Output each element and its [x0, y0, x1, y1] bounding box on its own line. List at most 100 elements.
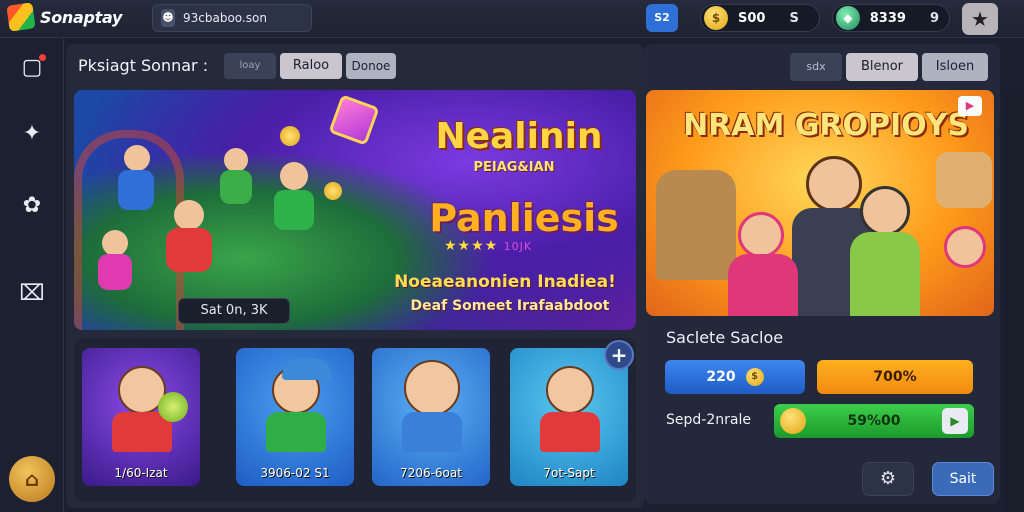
character-face	[860, 186, 910, 236]
character-body	[266, 412, 326, 452]
game-card[interactable]: 1/60-Izat	[82, 348, 200, 486]
gem-card-icon	[328, 94, 380, 146]
banner-status-pill[interactable]: Sat 0n, 3K	[178, 298, 290, 324]
coin-icon: $	[745, 368, 764, 386]
character-head	[124, 145, 150, 171]
user-icon: ☻	[161, 9, 175, 27]
settings-button[interactable]: ⚙	[862, 462, 914, 496]
character-face	[806, 156, 862, 212]
right-tab-2[interactable]: Blenor	[846, 53, 918, 81]
character-face	[944, 226, 986, 268]
claim-button[interactable]: 59%00 ▶	[774, 404, 974, 438]
claim-value: 59%00	[847, 413, 901, 429]
sidebar-item-close[interactable]: ⌧	[16, 278, 48, 310]
search-box: ☻	[152, 4, 312, 32]
card-label: 1/60-Izat	[114, 466, 168, 480]
speed-label: Sepd-2nrale	[666, 412, 751, 428]
promo-title: NRAM GROPIOYS	[683, 108, 969, 143]
banner-tagline: Deaf Someet Irafaabdoot	[410, 298, 610, 314]
bonus-button[interactable]: 700%	[817, 360, 973, 394]
right-tab-1[interactable]: sdx	[790, 53, 842, 81]
notification-dot	[39, 54, 46, 61]
app-logo[interactable]: Sonaptay	[6, 2, 123, 32]
app-name: Sonaptay	[40, 7, 123, 27]
coin-extra: S	[789, 10, 799, 26]
featured-banner[interactable]: Nealinin PEIAG&IAN Panliesis ★★★★ 10JK N…	[74, 90, 636, 330]
coin-icon	[280, 126, 300, 146]
sidebar-item-chat[interactable]: ✿	[16, 190, 48, 222]
gem-extra: 9	[929, 10, 939, 26]
game-card[interactable]: 7ot-Sapt	[510, 348, 628, 486]
tab-3[interactable]: Donoe	[346, 53, 396, 79]
character-face	[404, 360, 460, 416]
card-label: 3906-02 S1	[260, 466, 330, 480]
sidebar: ▢ ✦ ✿ ⌧ ⌂	[0, 38, 64, 512]
character-body	[274, 190, 314, 230]
dog-statue	[656, 170, 736, 280]
sidebar-item-inbox[interactable]: ▢	[16, 52, 48, 84]
character-body	[118, 170, 154, 210]
logo-icon	[6, 2, 36, 32]
game-card[interactable]: 3906-02 S1	[236, 348, 354, 486]
add-card-button[interactable]: +	[604, 340, 634, 370]
top-bar: Sonaptay ☻ S2 $ S00 S ◆ 8339 9 ★	[0, 0, 1024, 38]
plus-icon: +	[610, 343, 628, 367]
gem-counter[interactable]: ◆ 8339 9	[832, 4, 950, 32]
gem-value: 8339	[869, 10, 906, 26]
banner-rating-tag: 10JK	[503, 240, 533, 253]
game-card[interactable]: 7206-6oat	[372, 348, 490, 486]
character-body	[402, 412, 462, 452]
tab-2[interactable]: Raloo	[280, 53, 342, 79]
character-head	[280, 162, 308, 190]
coin-counter[interactable]: $ S00 S	[700, 4, 820, 32]
banner-subtitle: PEIAG&IAN	[473, 160, 555, 175]
close-box-icon: ⌧	[19, 281, 45, 306]
shop-section-label: Saclete Sacloe	[666, 328, 784, 347]
tab-1[interactable]: loay	[224, 53, 276, 79]
buy-value: 220	[706, 369, 736, 385]
gem-icon: ◆	[836, 6, 860, 30]
banner-headline: Noeaeanonien Inadiea!	[394, 272, 616, 292]
coin-icon	[324, 182, 342, 200]
sidebar-item-friends[interactable]: ✦	[16, 118, 48, 150]
card-label: 7ot-Sapt	[543, 466, 595, 480]
character-head	[174, 200, 204, 230]
card-label: 7206-6oat	[400, 466, 462, 480]
chat-icon: ✿	[22, 193, 42, 218]
puzzle-icon: ✦	[22, 121, 42, 146]
play-icon: ▶	[942, 408, 968, 434]
favorites-button[interactable]: ★	[962, 3, 998, 35]
coin-icon: $	[704, 6, 728, 30]
save-button[interactable]: Sait	[932, 462, 994, 496]
gear-icon: ⚙	[879, 468, 897, 489]
character-body	[850, 232, 920, 316]
scroll-strip[interactable]	[1002, 90, 1024, 512]
character-body	[220, 170, 252, 204]
coin-icon: ⌂	[24, 467, 40, 491]
banner-game-name: Panliesis	[429, 196, 619, 240]
notification-badge[interactable]: S2	[646, 4, 678, 32]
character-face	[738, 212, 784, 258]
search-input[interactable]	[183, 11, 303, 25]
coin-value: S00	[738, 10, 766, 26]
character-body	[728, 254, 798, 316]
gift-icon	[936, 152, 992, 208]
right-tab-3[interactable]: Isloen	[922, 53, 988, 81]
buy-coins-button[interactable]: 220 $	[665, 360, 805, 394]
ball-icon	[158, 392, 188, 422]
sidebar-shop-button[interactable]: ⌂	[9, 456, 55, 502]
character-head	[102, 230, 128, 256]
character-head	[224, 148, 248, 172]
ticket-icon[interactable]: ▶	[958, 96, 982, 116]
character-body	[166, 228, 212, 272]
character-face	[546, 366, 594, 414]
character-body	[98, 254, 132, 290]
coin-icon	[780, 408, 806, 434]
banner-title: Nealinin	[435, 116, 603, 157]
promo-banner[interactable]: NRAM GROPIOYS	[646, 90, 994, 316]
cap-icon	[282, 358, 332, 380]
character-body	[540, 412, 600, 452]
star-icon: ★	[971, 7, 989, 31]
banner-rating: ★★★★ 10JK	[444, 238, 533, 254]
section-title: Pksiagt Sonnar :	[78, 56, 209, 75]
